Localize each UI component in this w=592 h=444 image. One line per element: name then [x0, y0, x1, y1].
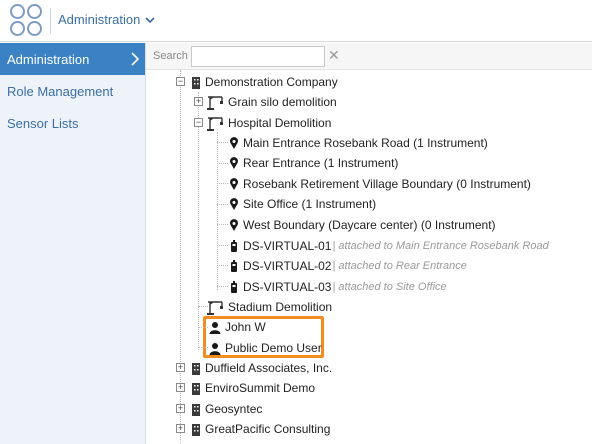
sidebar-item-sensor-lists[interactable]: Sensor Lists — [0, 107, 145, 139]
tree-node-sensor[interactable]: DS-VIRTUAL-01 | attached to Main Entranc… — [229, 236, 549, 256]
tree-node-company[interactable]: GreatPacific Consulting — [191, 419, 330, 439]
tree-node-label: Demonstration Company — [205, 75, 338, 89]
tree-node-label: GreatPacific Consulting — [205, 422, 331, 436]
crane-icon — [207, 301, 223, 315]
collapse-toggle[interactable]: − — [176, 77, 185, 86]
expand-toggle[interactable]: + — [194, 97, 203, 106]
sidebar-item-role-management[interactable]: Role Management — [0, 75, 145, 107]
tree-node-project[interactable]: Hospital Demolition — [206, 113, 331, 133]
tree-node-company[interactable]: Geosyntec — [191, 399, 262, 419]
tree-node-project[interactable]: Grain silo demolition — [206, 92, 337, 112]
tree-node-company[interactable]: EnviroSummit Demo — [191, 378, 315, 398]
tree-node-location[interactable]: Rear Entrance (1 Instrument) — [229, 153, 398, 173]
crane-icon — [207, 117, 223, 131]
tree-node-label: Rosebank Retirement Village Boundary (0 … — [243, 177, 531, 191]
tree-node-location[interactable]: West Boundary (Daycare center) (0 Instru… — [229, 215, 496, 235]
collapse-toggle[interactable]: − — [194, 118, 203, 127]
header-divider — [50, 8, 51, 34]
tree-node-location[interactable]: Main Entrance Rosebank Road (1 Instrumen… — [229, 133, 488, 153]
app-logo-icon[interactable] — [10, 4, 44, 38]
tree-node-user[interactable]: Public Demo User — [209, 338, 322, 358]
expand-toggle[interactable]: + — [176, 404, 185, 413]
attached-note: | attached to Rear Entrance — [332, 260, 467, 272]
attached-note: | attached to Main Entrance Rosebank Roa… — [332, 240, 549, 252]
sensor-device-icon — [231, 259, 237, 272]
sidebar: Administration Role Management Sensor Li… — [0, 43, 146, 444]
chevron-down-icon — [145, 16, 155, 23]
app-menu-dropdown[interactable]: Administration — [58, 12, 155, 27]
sidebar-item-label: Sensor Lists — [7, 115, 79, 131]
tree-node-label: John W — [225, 320, 266, 334]
tree-node-label: Public Demo User — [225, 341, 322, 355]
tree-node-label: West Boundary (Daycare center) (0 Instru… — [243, 218, 496, 232]
tree-node-label: Stadium Demolition — [228, 300, 333, 314]
tree-node-label: Geosyntec — [205, 402, 263, 416]
clear-search-icon[interactable]: ✕ — [328, 47, 340, 64]
tree-node-label: Rear Entrance (1 Instrument) — [243, 156, 399, 170]
tree-node-location[interactable]: Rosebank Retirement Village Boundary (0 … — [229, 174, 531, 194]
expand-toggle[interactable]: + — [176, 363, 185, 372]
tree-node-label: DS-VIRTUAL-02 — [243, 259, 332, 273]
tree-node-project[interactable]: Stadium Demolition — [206, 297, 332, 317]
chevron-right-icon — [131, 52, 139, 66]
tree-node-label: Hospital Demolition — [228, 116, 332, 130]
map-pin-icon — [230, 197, 238, 210]
tree-node-location[interactable]: Site Office (1 Instrument) — [229, 194, 376, 214]
tree-node-company[interactable]: Duffield Associates, Inc. — [191, 358, 332, 378]
top-bar: Administration — [0, 0, 592, 42]
tree-node-user[interactable]: John W — [209, 317, 266, 337]
map-pin-icon — [230, 156, 238, 169]
tree-node-label: DS-VIRTUAL-03 — [243, 280, 332, 294]
user-icon — [209, 321, 221, 334]
building-icon — [192, 76, 200, 89]
tree-node-label: Grain silo demolition — [228, 95, 337, 109]
expand-toggle[interactable]: + — [176, 383, 185, 392]
tree-node-label: EnviroSummit Demo — [205, 381, 316, 395]
search-label: Search — [153, 50, 188, 62]
sensor-device-icon — [231, 280, 237, 293]
building-icon — [192, 362, 200, 375]
map-pin-icon — [230, 218, 238, 231]
tree-node-root[interactable]: Demonstration Company — [191, 72, 338, 92]
search-input[interactable] — [191, 46, 325, 67]
map-pin-icon — [230, 136, 238, 149]
tree-node-label: Site Office (1 Instrument) — [243, 197, 377, 211]
expand-toggle[interactable]: + — [176, 424, 185, 433]
crane-icon — [207, 96, 223, 110]
sidebar-item-label: Role Management — [7, 83, 114, 99]
search-bar: Search ✕ — [146, 43, 592, 70]
map-pin-icon — [230, 177, 238, 190]
building-icon — [192, 403, 200, 416]
tree-node-sensor[interactable]: DS-VIRTUAL-03 | attached to Site Office — [229, 277, 447, 297]
user-icon — [209, 342, 221, 355]
building-icon — [192, 382, 200, 395]
sidebar-item-label: Administration — [7, 51, 90, 67]
tree-node-label: Duffield Associates, Inc. — [205, 361, 333, 375]
sensor-device-icon — [231, 239, 237, 252]
tree-node-label: Main Entrance Rosebank Road (1 Instrumen… — [243, 136, 488, 150]
app-menu-label: Administration — [58, 12, 141, 27]
sidebar-item-administration[interactable]: Administration — [0, 43, 145, 75]
building-icon — [192, 423, 200, 436]
tree-node-sensor[interactable]: DS-VIRTUAL-02 | attached to Rear Entranc… — [229, 256, 467, 276]
tree-node-label: DS-VIRTUAL-01 — [243, 239, 332, 253]
organization-tree: − Demonstration Company + Grain silo dem… — [146, 70, 592, 444]
attached-note: | attached to Site Office — [332, 281, 447, 293]
